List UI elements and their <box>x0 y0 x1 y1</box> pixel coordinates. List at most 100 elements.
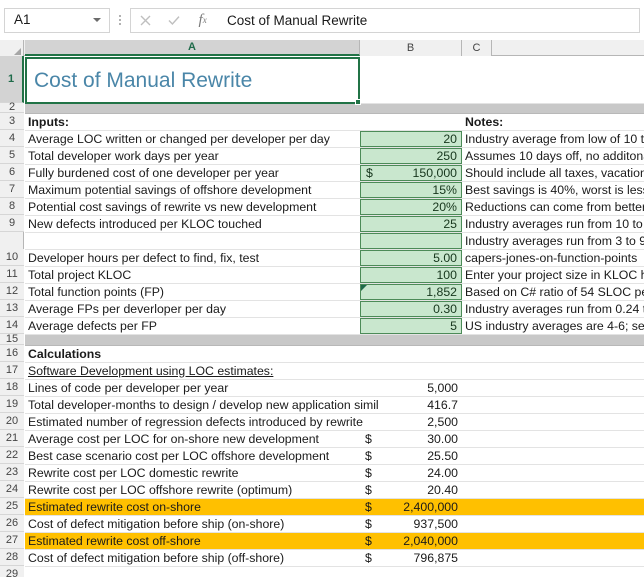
cell-a3[interactable]: Inputs: <box>25 114 360 130</box>
cell-b11[interactable]: 100 <box>360 267 462 283</box>
row-header-5[interactable]: 5 <box>0 147 24 164</box>
cell-b22[interactable]: $25.50 <box>360 448 462 464</box>
cell-c10[interactable]: capers-jones-on-function-points <box>462 250 644 266</box>
cell-b29[interactable] <box>360 567 462 577</box>
cell-c16[interactable] <box>462 346 644 362</box>
cell-c4[interactable]: Industry average from low of 10 to <box>462 131 644 147</box>
row-header-3[interactable]: 3 <box>0 113 24 130</box>
table-row[interactable]: Developer hours per defect to find, fix,… <box>25 250 644 267</box>
cell-c24[interactable] <box>462 482 644 498</box>
cell-c27[interactable] <box>462 533 644 549</box>
row-header-24[interactable]: 24 <box>0 481 24 498</box>
cell-c11[interactable]: Enter your project size in KLOC he <box>462 267 644 283</box>
spreadsheet-grid[interactable]: ABC 1 2 3 4 5 6 7 8 9 10 11 12 13 14 15 16 17 18 19 20 21 22 2… <box>0 40 644 577</box>
cell-b28[interactable]: $796,875 <box>360 550 462 566</box>
table-row[interactable]: Average cost per LOC for on-shore new de… <box>25 431 644 448</box>
cell-b4[interactable]: 20 <box>360 131 462 147</box>
cell-b23[interactable]: $24.00 <box>360 465 462 481</box>
cell-a25[interactable]: Estimated rewrite cost on-shore <box>25 499 360 515</box>
table-row[interactable]: Total developer-months to design / devel… <box>25 397 644 414</box>
cell-b6[interactable]: $150,000 <box>360 165 462 181</box>
table-row[interactable]: Estimated rewrite cost off-shore $2,040,0… <box>25 533 644 550</box>
table-row[interactable]: Total developer work days per year 250 Ass… <box>25 148 644 165</box>
cell-b25[interactable]: $2,400,000 <box>360 499 462 515</box>
row-header-17[interactable]: 17 <box>0 362 24 379</box>
cell-c6[interactable]: Should include all taxes, vacation, <box>462 165 644 181</box>
column-header-c[interactable]: C <box>462 40 492 56</box>
cell-a13[interactable]: Average FPs per deverloper per day <box>25 301 360 317</box>
cell-c9[interactable]: Industry averages run from 3 to 9 <box>462 233 644 249</box>
table-row[interactable]: Best case scenario cost per LOC offshore… <box>25 448 644 465</box>
cell-c18[interactable] <box>462 380 644 396</box>
cell-a12[interactable]: Total function points (FP) <box>25 284 360 300</box>
table-row[interactable]: Estimated rewrite cost on-shore $2,400,00… <box>25 499 644 516</box>
cell-a23[interactable]: Rewrite cost per LOC domestic rewrite <box>25 465 360 481</box>
row-header-4[interactable]: 4 <box>0 130 24 147</box>
cell-a4[interactable]: Average LOC written or changed per devel… <box>25 131 360 147</box>
cell-a5[interactable]: Total developer work days per year <box>25 148 360 164</box>
table-row[interactable]: Industry averages run from 3 to 9 <box>25 233 644 250</box>
column-header-b[interactable]: B <box>360 40 462 56</box>
cell-b5[interactable]: 250 <box>360 148 462 164</box>
cell-a2[interactable] <box>25 104 360 113</box>
row-header-25[interactable]: 25 <box>0 498 24 515</box>
insert-function-icon[interactable]: fx <box>191 9 215 32</box>
row-header-9[interactable]: 9 <box>0 215 24 232</box>
cell-a16[interactable]: Calculations <box>25 346 360 362</box>
table-row[interactable]: Inputs: Notes: <box>25 114 644 131</box>
table-row[interactable]: Cost of defect mitigation before ship (o… <box>25 516 644 533</box>
table-row[interactable]: Total project KLOC 100 Enter your project … <box>25 267 644 284</box>
cell-b24[interactable]: $20.40 <box>360 482 462 498</box>
table-row[interactable]: Software Development using LOC estimates… <box>25 363 644 380</box>
cell-c13[interactable]: Industry averages run from 0.24 to <box>462 301 644 317</box>
row-header-21[interactable]: 21 <box>0 430 24 447</box>
cell-a29[interactable] <box>25 567 360 577</box>
cell-c8[interactable]: Reductions can come from better <box>462 199 644 215</box>
row-header-15[interactable]: 15 <box>0 333 24 345</box>
table-row[interactable] <box>25 104 644 114</box>
cell-a26[interactable]: Cost of defect mitigation before ship (o… <box>25 516 360 532</box>
row-header-12[interactable]: 12 <box>0 283 24 300</box>
cell-c14[interactable]: US industry averages are 4-6; see: <box>462 318 644 334</box>
cell-b16[interactable] <box>360 346 462 362</box>
cell-a11[interactable]: Total project KLOC <box>25 267 360 283</box>
table-row[interactable]: Rewrite cost per LOC offshore rewrite (o… <box>25 482 644 499</box>
cell-a22[interactable]: Best case scenario cost per LOC offshore… <box>25 448 360 464</box>
cell-a10[interactable]: Developer hours per defect to find, fix,… <box>25 250 360 266</box>
cell-b13[interactable]: 0.30 <box>360 301 462 317</box>
cell-a21[interactable]: Average cost per LOC for on-shore new de… <box>25 431 360 447</box>
table-row[interactable]: Potential cost savings of rewrite vs new… <box>25 199 644 216</box>
cell-c28[interactable] <box>462 550 644 566</box>
cell-b26[interactable]: $937,500 <box>360 516 462 532</box>
cell-c17[interactable] <box>462 363 644 379</box>
table-row[interactable] <box>25 335 644 346</box>
row-header-6[interactable]: 6 <box>0 164 24 181</box>
table-row[interactable]: Fully burdened cost of one developer per… <box>25 165 644 182</box>
cell-a6[interactable]: Fully burdened cost of one developer per… <box>25 165 360 181</box>
cell-c29[interactable] <box>462 567 644 577</box>
table-row[interactable] <box>25 567 644 577</box>
row-header-16[interactable]: 16 <box>0 345 24 362</box>
row-header-13[interactable]: 13 <box>0 300 24 317</box>
cell-a8[interactable]: Potential cost savings of rewrite vs new… <box>25 199 360 215</box>
cell-a24[interactable]: Rewrite cost per LOC offshore rewrite (o… <box>25 482 360 498</box>
table-row[interactable]: Calculations <box>25 346 644 363</box>
row-header-29[interactable]: 29 <box>0 566 24 577</box>
cell-c9[interactable]: Industry averages run from 10 to 5 <box>462 216 644 232</box>
row-header-7[interactable]: 7 <box>0 181 24 198</box>
row-header-1[interactable]: 1 <box>0 56 24 103</box>
cell-b18[interactable]: 5,000 <box>360 380 462 396</box>
table-row[interactable]: Rewrite cost per LOC domestic rewrite $24… <box>25 465 644 482</box>
cell-b17[interactable] <box>360 363 462 379</box>
cell-b20[interactable]: 2,500 <box>360 414 462 430</box>
cell-b2[interactable] <box>360 104 462 113</box>
cell-c19[interactable] <box>462 397 644 413</box>
row-header-18[interactable]: 18 <box>0 379 24 396</box>
row-header-28[interactable]: 28 <box>0 549 24 566</box>
table-row[interactable]: Cost of defect mitigation before ship (o… <box>25 550 644 567</box>
cell-b10[interactable]: 5.00 <box>360 250 462 266</box>
cell-c21[interactable] <box>462 431 644 447</box>
table-row[interactable]: Total function points (FP) 1,852 Based on … <box>25 284 644 301</box>
cell-b27[interactable]: $2,040,000 <box>360 533 462 549</box>
formula-input[interactable]: Cost of Manual Rewrite <box>217 7 640 33</box>
